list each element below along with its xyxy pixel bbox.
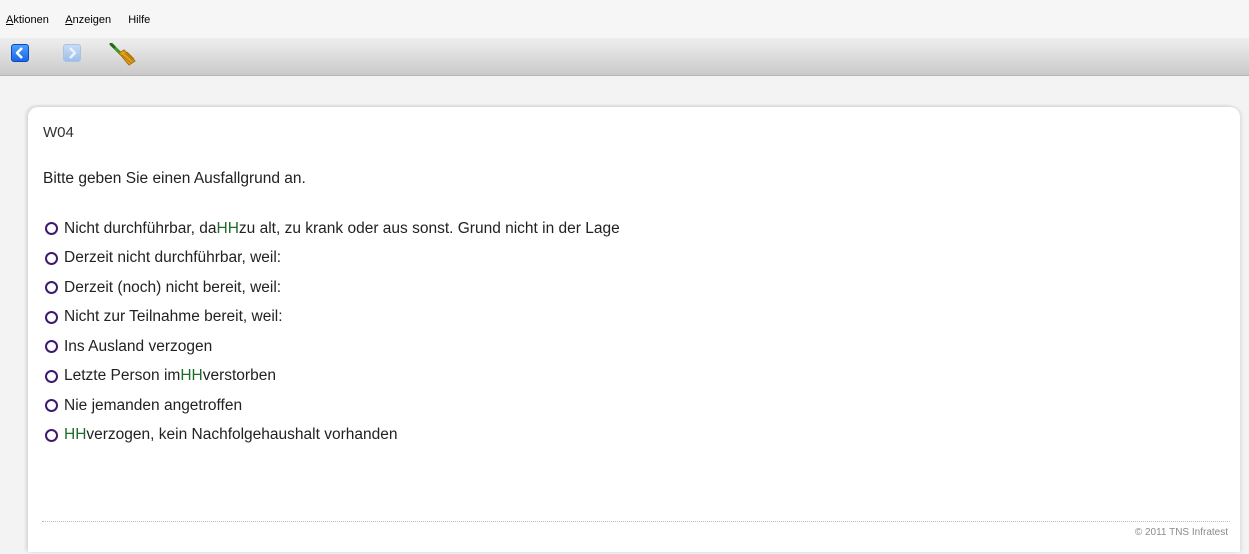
radio-button[interactable]	[45, 251, 58, 265]
question-text: Bitte geben Sie einen Ausfallgrund an.	[43, 170, 306, 187]
menu-anzeigen-accel: A	[65, 14, 73, 26]
option-label-pre: Ins Ausland verzogen	[64, 337, 213, 355]
option-label-pre: Derzeit (noch) nicht bereit, weil:	[64, 278, 282, 296]
option-label-hh: HH	[180, 367, 203, 385]
radio-button[interactable]	[45, 281, 58, 295]
option-item[interactable]: HH verzogen, kein Nachfolgehaushalt vorh…	[45, 421, 620, 451]
option-label-pre: Nie jemanden angetroffen	[64, 396, 243, 414]
menu-aktionen[interactable]: Aktionen	[6, 14, 49, 26]
question-id: W04	[43, 124, 74, 141]
option-label-pre: Nicht zur Teilnahme bereit, weil:	[64, 308, 283, 326]
option-item[interactable]: Nicht zur Teilnahme bereit, weil:	[45, 303, 620, 333]
menu-aktionen-rest: ktionen	[13, 14, 49, 26]
option-item[interactable]: Letzte Person im HH verstorben	[45, 362, 620, 392]
menu-hilfe[interactable]: Hilfe	[128, 14, 150, 26]
radio-button[interactable]	[45, 222, 58, 236]
option-label-post: verzogen, kein Nachfolgehaushalt vorhand…	[86, 426, 398, 444]
toolbar	[0, 38, 1249, 76]
menu-anzeigen[interactable]: Anzeigen	[65, 14, 111, 26]
menu-anzeigen-rest: nzeigen	[72, 14, 112, 26]
copyright-text: © 2011 TNS Infratest	[1134, 527, 1228, 538]
option-item[interactable]: Ins Ausland verzogen	[45, 332, 620, 362]
question-card: W04 Bitte geben Sie einen Ausfallgrund a…	[28, 107, 1240, 552]
option-label-pre: Letzte Person im	[64, 367, 181, 385]
chevron-right-icon	[69, 47, 77, 59]
option-item[interactable]: Nie jemanden angetroffen	[45, 391, 620, 421]
option-item[interactable]: Derzeit nicht durchführbar, weil:	[45, 244, 620, 274]
radio-button[interactable]	[45, 369, 58, 383]
answer-options: Nicht durchführbar, da HH zu alt, zu kra…	[45, 214, 620, 450]
option-label-pre: Nicht durchführbar, da	[64, 219, 217, 237]
footer-divider	[42, 521, 1230, 522]
chevron-left-icon	[15, 47, 23, 59]
option-item[interactable]: Derzeit (noch) nicht bereit, weil:	[45, 273, 620, 303]
menu-bar: Aktionen Anzeigen Hilfe	[0, 0, 1249, 38]
option-item[interactable]: Nicht durchführbar, da HH zu alt, zu kra…	[45, 214, 620, 244]
option-label-post: verstorben	[202, 367, 276, 385]
option-label-post: zu alt, zu krank oder aus sonst. Grund n…	[238, 219, 620, 237]
back-button[interactable]	[11, 44, 29, 62]
radio-button[interactable]	[45, 399, 58, 413]
radio-button[interactable]	[45, 310, 58, 324]
broom-icon[interactable]	[108, 43, 138, 67]
radio-button[interactable]	[45, 428, 58, 442]
radio-button[interactable]	[45, 340, 58, 354]
option-label-hh: HH	[64, 426, 87, 444]
option-label-pre: Derzeit nicht durchführbar, weil:	[64, 249, 282, 267]
option-label-hh: HH	[216, 219, 239, 237]
forward-button[interactable]	[63, 44, 81, 62]
